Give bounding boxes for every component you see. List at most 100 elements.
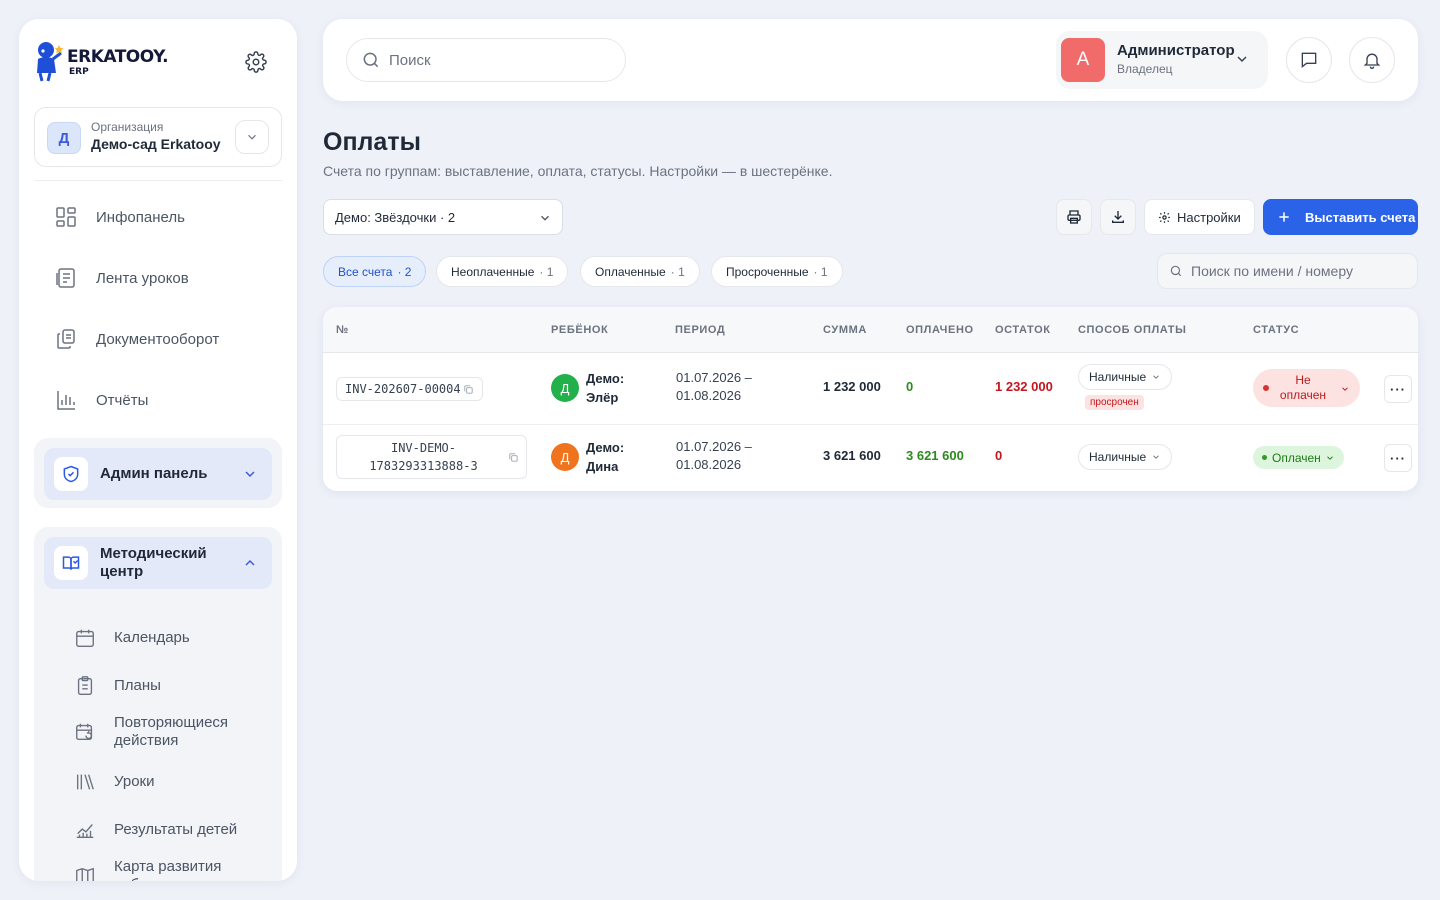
sidebar-item-documents[interactable]: Документооборот <box>34 315 282 363</box>
table-header: № РЕБЁНОК ПЕРИОД СУММА ОПЛАЧЕНО ОСТАТОК … <box>323 307 1418 353</box>
chip-count: · 1 <box>539 264 554 279</box>
filter-chip-unpaid[interactable]: Неоплаченные · 1 <box>436 256 569 287</box>
chevron-down-icon <box>1153 455 1160 459</box>
brand-logo[interactable]: ERKATOOY. ERP <box>33 39 283 83</box>
table-search-input[interactable] <box>1191 263 1411 279</box>
invoice-number[interactable]: INV-DEMO- 1783293313888-3 <box>336 435 527 479</box>
settings-button[interactable]: Настройки <box>1144 199 1255 235</box>
chip-label: Просроченные <box>726 264 809 279</box>
sidebar-item-children-results[interactable]: Результаты детей <box>74 819 294 841</box>
filter-chip-paid[interactable]: Оплаченные · 1 <box>580 256 700 287</box>
sidebar-divider <box>34 180 282 181</box>
search-input[interactable] <box>389 51 609 69</box>
status-select-paid[interactable]: Оплачен <box>1253 446 1344 469</box>
clipboard-icon <box>77 676 93 695</box>
status-label: Не оплачен <box>1279 373 1327 402</box>
group-select-value: Демо: Звёздочки · 2 <box>335 209 456 225</box>
lessons-feed-icon <box>56 268 75 288</box>
sidebar: ERKATOOY. ERP Д Организация Демо-сад Erk… <box>19 19 297 881</box>
period-end: 01.08.2026 <box>676 388 742 403</box>
brand-sub: ERP <box>69 67 89 77</box>
column-header-period: ПЕРИОД <box>675 324 726 336</box>
table-search[interactable] <box>1157 253 1418 289</box>
notifications-button[interactable] <box>1349 37 1395 83</box>
sidebar-item-development-map[interactable]: Карта развития ребенка <box>74 858 254 881</box>
chevron-up-icon <box>245 559 255 566</box>
gear-icon[interactable] <box>245 51 267 73</box>
amount-total: 1 232 000 <box>823 379 881 394</box>
user-menu[interactable]: А Администратор Владелец <box>1056 31 1268 89</box>
table-row: INV-202607-00004 Д Демо: Элёр 01.07.2026… <box>323 353 1418 424</box>
sidebar-item-recurring-actions[interactable]: Повторяющиеся действия <box>74 714 264 750</box>
chip-label: Неоплаченные <box>451 264 535 279</box>
calendar-icon <box>76 629 94 647</box>
org-dropdown-button[interactable] <box>235 120 269 154</box>
plus-icon <box>1279 212 1289 222</box>
sidebar-item-label: Планы <box>114 677 161 694</box>
library-icon <box>76 774 94 790</box>
sidebar-item-lessons[interactable]: Уроки <box>74 771 294 793</box>
table-row: INV-DEMO- 1783293313888-3 Д Демо: Дина 0… <box>323 425 1418 491</box>
global-search[interactable] <box>346 38 626 82</box>
print-button[interactable] <box>1056 199 1092 235</box>
chart-line-icon <box>76 824 94 839</box>
status-select-unpaid[interactable]: Не оплачен <box>1253 369 1360 407</box>
chip-count: · 2 <box>397 264 412 279</box>
sidebar-item-label: Результаты детей <box>114 821 238 838</box>
payment-method-value: Наличные <box>1089 450 1147 464</box>
period-end: 01.08.2026 <box>676 457 742 472</box>
book-icon <box>54 546 88 580</box>
calendar-repeat-icon <box>76 723 93 741</box>
sidebar-item-calendar[interactable]: Календарь <box>74 627 294 649</box>
sidebar-item-lessons-feed[interactable]: Лента уроков <box>34 254 282 302</box>
payment-method-select[interactable]: Наличные <box>1078 444 1173 470</box>
sidebar-item-reports[interactable]: Отчёты <box>34 376 282 424</box>
group-select[interactable]: Демо: Звёздочки · 2 <box>323 199 563 235</box>
issue-invoices-button[interactable]: Выставить счета <box>1263 199 1418 235</box>
methodical-center-group: Методический центр Календарь Планы Повто… <box>34 527 282 881</box>
child-avatar: Д <box>551 374 579 402</box>
invoice-number-text: INV-202607-00004 <box>345 382 461 396</box>
invoice-number[interactable]: INV-202607-00004 <box>336 377 483 401</box>
row-actions-button[interactable]: ··· <box>1384 444 1412 472</box>
download-button[interactable] <box>1100 199 1136 235</box>
row-actions-button[interactable]: ··· <box>1384 375 1412 403</box>
sidebar-item-label: Лента уроков <box>96 269 189 287</box>
organization-switcher[interactable]: Д Организация Демо-сад Erkatooy <box>34 107 282 167</box>
documents-icon <box>57 329 75 349</box>
admin-panel-toggle[interactable]: Админ панель <box>44 448 272 500</box>
sidebar-item-label: Документооборот <box>96 330 220 348</box>
filter-chip-all[interactable]: Все счета · 2 <box>323 256 427 287</box>
sidebar-item-label: Отчёты <box>96 391 149 409</box>
sidebar-item-label: Уроки <box>114 773 155 790</box>
methodical-center-toggle[interactable]: Методический центр <box>44 537 272 589</box>
messages-button[interactable] <box>1286 37 1332 83</box>
gear-icon <box>1159 211 1170 223</box>
payment-method-select[interactable]: Наличные <box>1078 364 1173 390</box>
chip-label: Оплаченные <box>595 264 666 279</box>
amount-remaining: 1 232 000 <box>995 379 1053 394</box>
chevron-down-icon <box>1153 375 1160 379</box>
status-dot <box>1262 455 1267 460</box>
search-icon <box>1170 265 1182 277</box>
sidebar-item-dashboard[interactable]: Инфопанель <box>34 193 282 241</box>
copy-icon[interactable] <box>463 384 474 395</box>
sidebar-item-plans[interactable]: Планы <box>74 675 294 697</box>
page-subtitle: Счета по группам: выставление, оплата, с… <box>323 163 833 179</box>
sidebar-item-label: Повторяющиеся действия <box>114 714 229 749</box>
shield-check-icon <box>54 457 88 491</box>
copy-icon[interactable] <box>508 452 519 463</box>
filter-chip-overdue[interactable]: Просроченные · 1 <box>711 256 843 287</box>
invoice-number-line1: INV-DEMO- <box>390 441 457 455</box>
column-header-child: РЕБЁНОК <box>551 324 609 336</box>
dashboard-icon <box>56 207 76 227</box>
chip-count: · 1 <box>670 264 685 279</box>
bell-icon <box>1363 53 1381 69</box>
brand-name: ERKATOOY. <box>67 47 169 67</box>
chevron-down-icon <box>248 134 256 140</box>
chevron-down-icon <box>1237 56 1247 63</box>
reports-icon <box>57 391 75 410</box>
mascot-logo-icon <box>37 42 64 82</box>
more-icon: ··· <box>1390 450 1406 466</box>
more-icon: ··· <box>1390 381 1406 397</box>
